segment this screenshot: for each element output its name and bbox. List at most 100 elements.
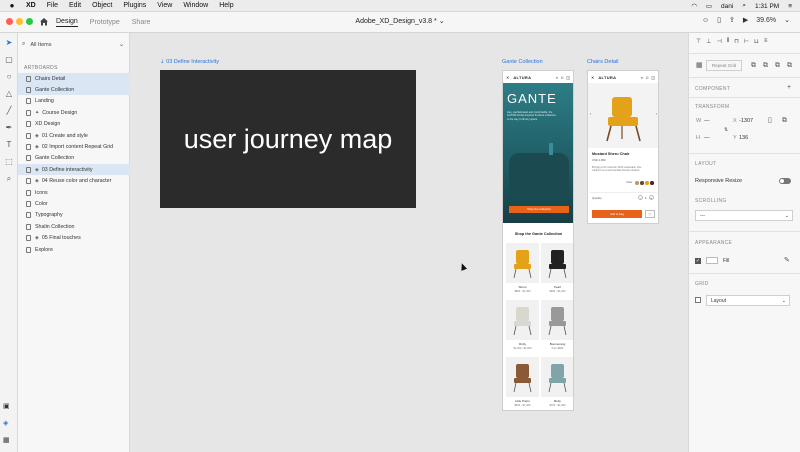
layer-item[interactable]: Icons: [18, 187, 130, 198]
chevron-down-icon[interactable]: ⌄: [439, 18, 445, 25]
share-icon[interactable]: ⇪: [729, 16, 735, 24]
layers-icon[interactable]: ◈: [3, 419, 15, 429]
menu-window[interactable]: Window: [183, 2, 208, 9]
ellipse-tool-icon[interactable]: ○: [3, 71, 15, 83]
layer-item[interactable]: ◈ 01 Create and style: [18, 130, 130, 141]
artboard-label-gante[interactable]: Gante Collection: [502, 59, 543, 65]
rectangle-tool-icon[interactable]: ▢: [3, 54, 15, 66]
artboard-tool-icon[interactable]: ⬚: [3, 156, 15, 168]
zoom-level[interactable]: 39.6%: [756, 17, 776, 24]
quantity-stepper: − 1 +: [638, 195, 654, 200]
width-field[interactable]: —: [704, 118, 710, 124]
eyedropper-icon[interactable]: ✎: [784, 257, 790, 265]
document-title-text[interactable]: Adobe_XD_Design_v3.8 *: [355, 18, 436, 25]
layer-item[interactable]: Color: [18, 198, 130, 209]
artboard-label-chairs[interactable]: Chairs Detail: [587, 59, 618, 65]
layer-item[interactable]: Shalin Collection: [18, 221, 130, 232]
lock-aspect-icon[interactable]: ⇅: [724, 126, 728, 134]
layer-item[interactable]: ◈ 02 Import content Repeat Grid: [18, 141, 130, 152]
distribute-vertical-icon[interactable]: ≡: [764, 38, 768, 45]
menu-app[interactable]: XD: [26, 2, 36, 9]
menu-plugins[interactable]: Plugins: [123, 2, 146, 9]
heart-icon: ♡: [645, 210, 655, 218]
grid-checkbox[interactable]: [695, 297, 701, 303]
pen-tool-icon[interactable]: ✒: [3, 122, 15, 134]
layer-item[interactable]: ◈ 03 Define interactivity: [18, 164, 130, 176]
assets-icon[interactable]: ▣: [3, 402, 15, 412]
product-image: [506, 357, 539, 397]
select-tool-icon[interactable]: ➤: [3, 37, 15, 49]
artboard-chairs-detail[interactable]: ✕ ALTURA ⌕ ☺ ◫ ‹ › Mustard Sheru Chair U…: [587, 70, 659, 224]
layers-filter[interactable]: ⌕ All Items ⌄: [22, 38, 126, 51]
responsive-resize-toggle[interactable]: [779, 178, 791, 184]
boolean-icon[interactable]: ⧉: [775, 62, 780, 70]
zoom-tool-icon[interactable]: ⌕: [3, 173, 15, 185]
chevron-down-icon[interactable]: ⌄: [784, 16, 790, 24]
layer-item-label: Icons: [35, 189, 48, 196]
swatch-brown: [640, 181, 644, 185]
layer-item[interactable]: ✦ Course Design: [18, 107, 130, 118]
menu-edit[interactable]: Edit: [69, 2, 81, 9]
fill-checkbox[interactable]: ✓: [695, 258, 701, 264]
phone-nav: ✕ ALTURA ⌕ ☺ ◫: [588, 71, 658, 83]
layer-item[interactable]: ◈ 04 Reuse color and character: [18, 176, 130, 187]
layer-item[interactable]: Explore: [18, 244, 130, 255]
quantity-label: Quantity: [592, 197, 602, 200]
align-left-icon[interactable]: ⊤: [696, 38, 701, 45]
add-component-icon[interactable]: +: [787, 84, 791, 92]
text-tool-icon[interactable]: T: [3, 139, 15, 151]
height-field[interactable]: —: [704, 135, 710, 141]
layer-item[interactable]: Gante Collection: [18, 84, 130, 96]
polygon-tool-icon[interactable]: △: [3, 88, 15, 100]
menu-view[interactable]: View: [157, 2, 172, 9]
align-middle-icon[interactable]: ⊢: [744, 38, 749, 45]
layer-item[interactable]: Chairs Detail: [18, 73, 130, 84]
export-icon[interactable]: ⧉: [782, 117, 787, 125]
plugins-icon[interactable]: ▦: [3, 436, 15, 446]
menu-help[interactable]: Help: [219, 2, 233, 9]
artboard-label-journey-text: 03 Define Interactivity: [166, 59, 220, 65]
user-icon[interactable]: ☺: [702, 17, 709, 24]
divider: [689, 273, 800, 274]
fill-swatch[interactable]: [706, 257, 718, 264]
play-icon[interactable]: ▶: [743, 16, 748, 24]
mask-icon[interactable]: ⧉: [787, 62, 792, 70]
grid-type-dropdown[interactable]: Layout ⌄: [706, 295, 790, 306]
repeat-grid-button[interactable]: Repeat Grid: [706, 60, 742, 71]
layer-item[interactable]: XD Design: [18, 119, 130, 130]
hero-title: GANTE: [507, 91, 557, 106]
x-field[interactable]: -1307: [739, 118, 753, 124]
design-canvas[interactable]: ⇣ 03 Define Interactivity user journey m…: [130, 33, 688, 452]
scrolling-dropdown[interactable]: --- ⌄: [695, 210, 793, 221]
device-preview-icon[interactable]: ▯: [717, 16, 721, 24]
distribute-horizontal-icon[interactable]: ⫴: [727, 38, 730, 45]
ungroup-icon[interactable]: ⧉: [763, 62, 768, 70]
menu-file[interactable]: File: [47, 2, 58, 9]
artboard-gante-collection[interactable]: ✕ ALTURA ⌕ ☺ ◫ GANTE Hey, sophisticated …: [502, 70, 574, 411]
chair-icon: [513, 364, 532, 393]
align-top-icon[interactable]: ⊓: [734, 38, 739, 45]
chevron-down-icon[interactable]: ⌄: [119, 41, 124, 48]
line-tool-icon[interactable]: ╱: [3, 105, 15, 117]
user-name[interactable]: dani: [721, 3, 733, 10]
layer-item[interactable]: Typography: [18, 210, 130, 221]
layer-item[interactable]: Landing: [18, 96, 130, 107]
menu-object[interactable]: Object: [92, 2, 112, 9]
battery-icon[interactable]: ▭: [706, 2, 712, 10]
menu-list-icon[interactable]: ≡: [788, 3, 792, 10]
align-center-icon[interactable]: ⊥: [706, 38, 711, 45]
file-icon[interactable]: ▯: [768, 117, 772, 125]
quantity-value: 1: [645, 195, 647, 200]
grid-icon[interactable]: ▦: [696, 62, 703, 70]
search-icon[interactable]: ⌕: [742, 2, 746, 10]
layer-item[interactable]: Gante Collection: [18, 153, 130, 164]
artboard-label-journey[interactable]: ⇣ 03 Define Interactivity: [160, 59, 219, 65]
y-field[interactable]: 136: [739, 135, 748, 141]
artboard-user-journey[interactable]: user journey map: [160, 70, 416, 208]
align-right-icon[interactable]: ⊣: [716, 38, 721, 45]
group-icon[interactable]: ⧉: [751, 62, 756, 70]
align-bottom-icon[interactable]: ⊔: [754, 38, 759, 45]
layer-item[interactable]: ◈ 05 Final touches: [18, 233, 130, 244]
wifi-icon[interactable]: ◠: [691, 2, 697, 10]
apple-icon[interactable]: ●: [7, 1, 17, 10]
